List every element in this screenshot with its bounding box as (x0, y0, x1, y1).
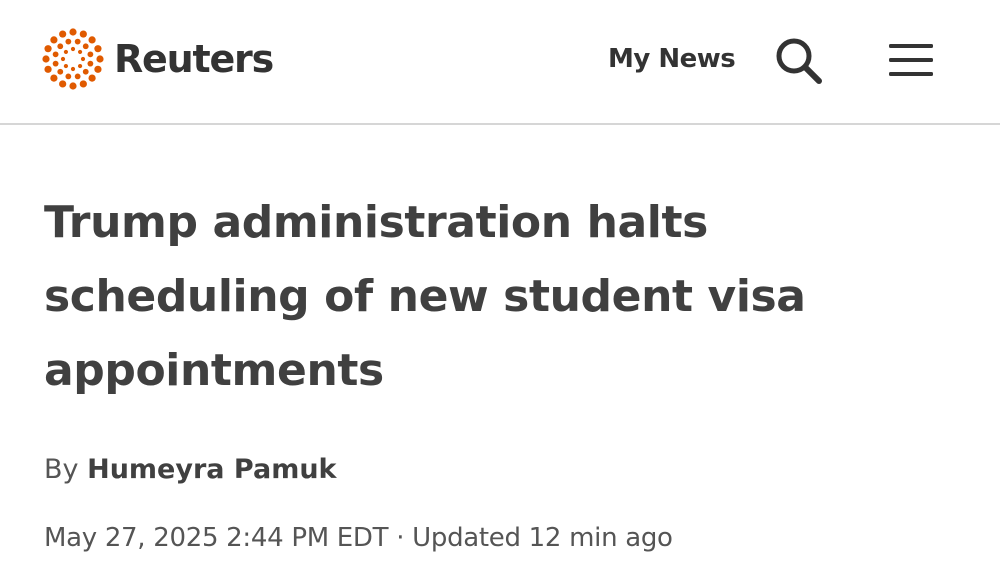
logo-dot (50, 74, 58, 82)
author-link[interactable]: Humeyra Pamuk (87, 454, 336, 485)
logo-dot (63, 63, 69, 69)
logo-dot (77, 49, 83, 55)
logo-dot (88, 36, 96, 44)
updated-timestamp: Updated 12 min ago (412, 523, 673, 553)
logo-dot (88, 74, 96, 82)
logo-dot (87, 51, 94, 58)
dateline: May 27, 2025 2:44 PM EDT · Updated 12 mi… (44, 520, 673, 556)
logo-dot (82, 68, 89, 75)
article-headline: Trump administration halts scheduling of… (44, 197, 806, 396)
logo-dot (69, 82, 77, 90)
logo-dot (57, 43, 64, 50)
logo-dot (96, 55, 104, 63)
logo-dot (80, 56, 86, 62)
logo-dot (52, 51, 59, 58)
logo-dot (63, 49, 69, 55)
my-news-link[interactable]: My News (608, 44, 736, 74)
logo-dot (74, 73, 81, 80)
logo-dot (65, 73, 72, 80)
reuters-logo-icon (42, 28, 104, 90)
logo-dot (70, 66, 76, 72)
logo-dot (77, 63, 83, 69)
dateline-separator: · (396, 523, 405, 553)
published-timestamp: May 27, 2025 2:44 PM EDT (44, 523, 389, 553)
logo-dot (79, 30, 87, 38)
logo-text: Reuters (114, 37, 274, 81)
logo-dot (82, 43, 89, 50)
logo-dot (57, 68, 64, 75)
logo-dot (65, 38, 72, 45)
search-button[interactable] (770, 34, 826, 86)
logo-dot (60, 56, 66, 62)
logo-dot (52, 60, 59, 67)
logo-dot (79, 80, 87, 88)
byline-prefix: By (44, 454, 79, 485)
logo-dot (70, 46, 76, 52)
logo-dot (94, 45, 102, 53)
logo-dot (69, 28, 77, 36)
menu-button[interactable] (886, 40, 936, 80)
logo-dot (44, 65, 52, 73)
site-header: Reuters My News (0, 0, 1000, 125)
byline: By Humeyra Pamuk (44, 452, 337, 488)
search-icon (776, 38, 822, 84)
reuters-logo[interactable]: Reuters (40, 26, 274, 92)
logo-dot (87, 60, 94, 67)
logo-dot (74, 38, 81, 45)
logo-dot (59, 80, 67, 88)
logo-dot (50, 36, 58, 44)
logo-dot (94, 65, 102, 73)
logo-dot (59, 30, 67, 38)
hamburger-menu-icon (889, 44, 933, 76)
logo-dot (42, 55, 50, 63)
logo-dot (44, 45, 52, 53)
